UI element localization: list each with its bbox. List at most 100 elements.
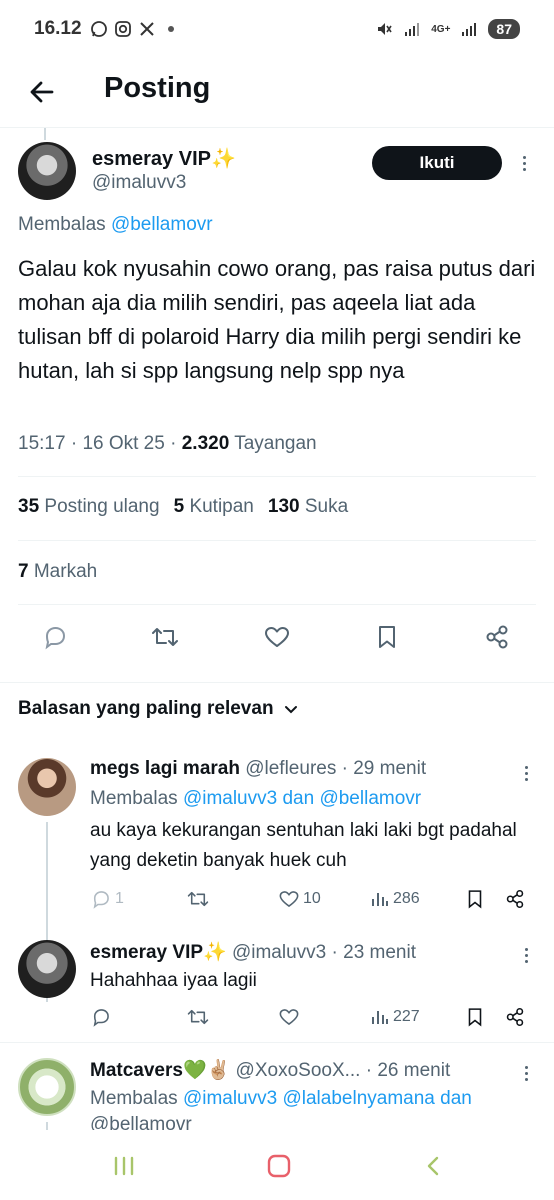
view-count: 227 [393,1008,420,1025]
notification-icons [90,20,180,38]
recents-icon [114,1156,134,1176]
share-icon[interactable] [482,622,512,652]
replying-to: Membalas @imaluvv3 @lalabelnyamana dan [90,1088,472,1110]
repost-icon[interactable] [186,1002,210,1032]
more-icon[interactable] [516,1058,536,1088]
views-icon[interactable]: 286 [370,884,420,914]
thread-line [44,128,46,140]
reply-icon[interactable] [90,1002,112,1032]
replying-prefix: Membalas [90,1088,178,1109]
system-nav-bar [0,1130,554,1200]
replying-to-link[interactable]: @imaluvv3 dan @bellamovr [183,788,421,809]
reply-author-handle[interactable]: @XoxoSooX... [236,1060,361,1081]
reply-text: Hahahhaa iyaa lagii [90,970,257,991]
reply-author-name[interactable]: Matcavers💚✌🏼 [90,1060,230,1081]
bookmark-icon[interactable] [464,884,486,914]
divider [0,682,554,683]
reposts-stat[interactable]: 35 Posting ulang [18,496,160,518]
like-icon[interactable] [262,622,292,652]
reply-actions: 227 [90,1002,530,1032]
like-count: 10 [303,890,321,907]
like-icon[interactable]: 10 [278,884,321,914]
divider [0,1042,554,1043]
avatar[interactable] [18,758,76,816]
chevron-down-icon [284,706,297,714]
reply-author-handle[interactable]: @lefleures [245,758,336,779]
top-bar: Posting [0,60,554,128]
chevron-left-icon [427,1156,439,1176]
reply-author-handle[interactable]: @imaluvv3 [232,942,326,963]
tweet-text: Galau kok nyusahin cowo orang, pas raisa… [18,256,536,383]
bookmark-icon[interactable] [372,622,402,652]
more-icon[interactable] [514,148,534,178]
divider [18,604,536,605]
reply-time: · 23 menit [331,942,416,963]
home-button[interactable] [261,1148,297,1184]
page-title: Posting [104,72,211,104]
recents-button[interactable] [106,1148,142,1184]
views-icon[interactable]: 227 [370,1002,420,1032]
back-nav-button[interactable] [416,1148,452,1184]
tweet-views-label: Tayangan [234,433,317,454]
sort-label: Balasan yang paling relevan [18,698,274,719]
reply-author-name[interactable]: esmeray VIP✨ [90,942,227,963]
share-icon[interactable] [504,884,526,914]
network-type: 4G+ [431,23,451,35]
reply-time: · 26 menit [365,1060,451,1081]
signal-icon-2 [460,20,478,38]
sort-dropdown[interactable]: Balasan yang paling relevan [18,698,300,720]
instagram-icon [114,20,132,38]
replying-to-link[interactable]: @bellamovr [111,214,213,235]
tweet-meta: 15:17 · 16 Okt 25 · 2.320 Tayangan [18,433,317,454]
mute-icon [375,20,393,38]
author-name[interactable]: esmeray VIP✨ [92,146,236,171]
repost-icon[interactable] [186,884,210,914]
reply-author-name[interactable]: megs lagi marah [90,758,240,779]
tweet-views: 2.320 [181,433,230,454]
repost-icon[interactable] [150,622,180,652]
stats-row: 35 Posting ulang 5 Kutipan 130 Suka [18,496,348,518]
reply-header: Matcavers💚✌🏼 @XoxoSooX... · 26 menit [90,1058,450,1082]
tweet-date: 16 Okt 25 [82,433,165,454]
replying-prefix: Membalas [18,214,106,235]
divider [18,476,536,477]
reply-text: au kaya kekurangan sentuhan laki laki bg… [90,820,517,871]
replying-to: Membalas @bellamovr [18,214,213,236]
reply-count: 1 [115,890,124,907]
likes-stat[interactable]: 130 Suka [268,496,348,518]
reply-actions: 1 10 286 [90,884,530,914]
bookmark-icon[interactable] [464,1002,486,1032]
replying-to: Membalas @imaluvv3 dan @bellamovr [90,788,421,810]
x-icon [138,20,156,38]
status-bar: 16.12 4G+ 87 [0,0,554,60]
dot-icon [162,20,180,38]
follow-button[interactable]: Ikuti [372,146,502,180]
reply-time: · 29 menit [341,758,427,779]
author-handle[interactable]: @imaluvv3 [92,172,186,194]
whatsapp-icon [90,20,108,38]
tweet-actions [0,622,554,658]
share-icon[interactable] [504,1002,526,1032]
avatar[interactable] [18,940,76,998]
replying-prefix: Membalas [90,788,178,809]
system-icons: 4G+ 87 [375,19,520,39]
reply-icon[interactable]: 1 [90,884,124,914]
bookmarks-stat[interactable]: 7 Markah [18,561,97,583]
avatar[interactable] [18,1058,76,1116]
back-button[interactable] [22,72,62,112]
divider [18,540,536,541]
like-icon[interactable] [278,1002,300,1032]
back-arrow-icon [30,81,54,103]
tweet-time: 15:17 [18,433,66,454]
reply-header: esmeray VIP✨ @imaluvv3 · 23 menit [90,940,416,964]
home-icon [267,1154,291,1178]
battery-indicator: 87 [488,19,520,39]
quotes-stat[interactable]: 5 Kutipan [174,496,254,518]
reply-icon[interactable] [40,622,70,652]
status-time: 16.12 [34,18,82,39]
replying-to-link[interactable]: @imaluvv3 @lalabelnyamana dan [183,1088,472,1109]
more-icon[interactable] [516,758,536,788]
reply-header: megs lagi marah @lefleures · 29 menit [90,758,426,780]
avatar[interactable] [18,142,76,200]
signal-icon [403,20,421,38]
